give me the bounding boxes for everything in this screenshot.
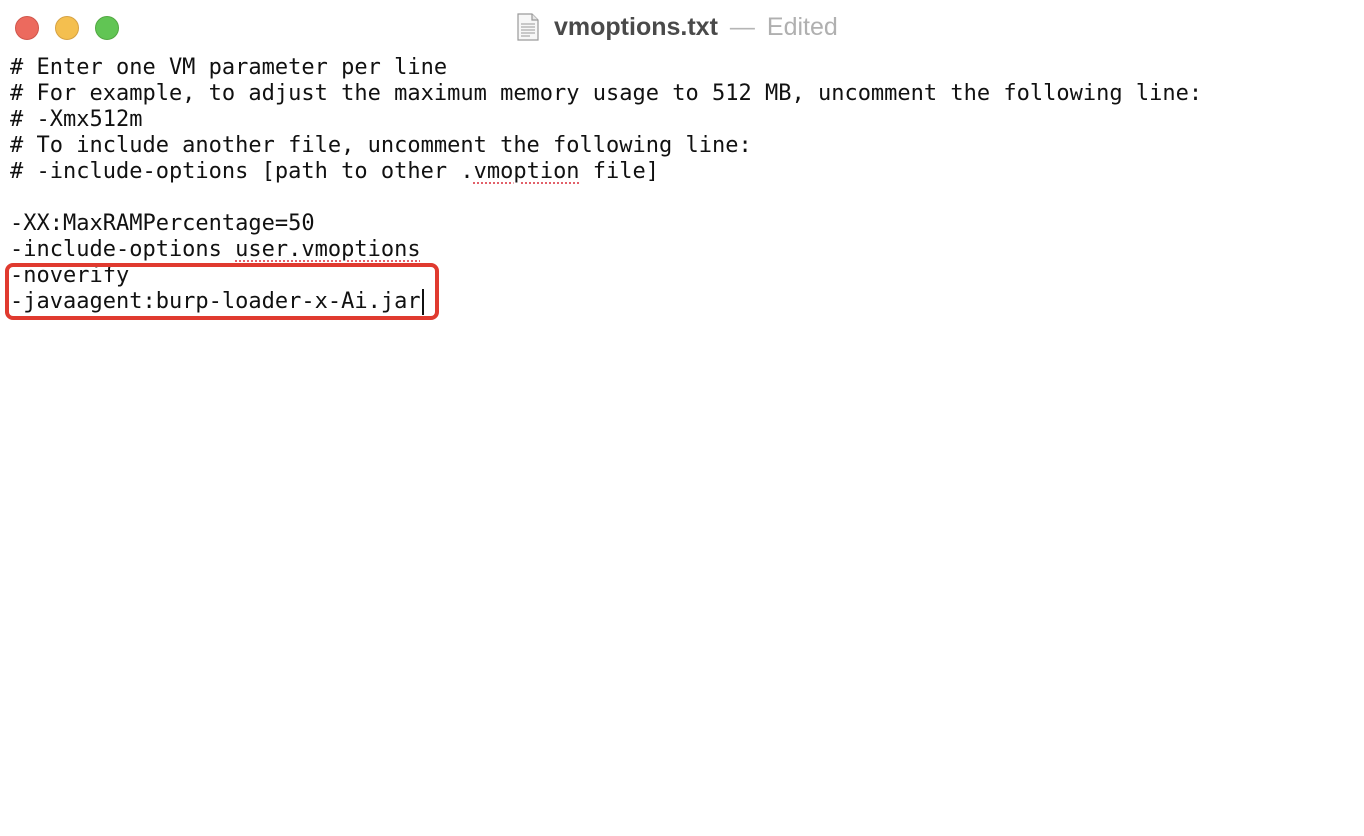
text-line-5-start: # -include-options [path to other .	[10, 159, 474, 184]
text-document-icon[interactable]	[516, 13, 540, 41]
text-line-10-content: -javaagent:burp-loader-x-Ai.jar	[10, 289, 421, 314]
close-button[interactable]	[15, 16, 39, 40]
edited-status: Edited	[766, 12, 838, 41]
zoom-button[interactable]	[95, 16, 119, 40]
text-line-8[interactable]: -include-options user.vmoptions	[10, 237, 1350, 263]
text-line-3[interactable]: # -Xmx512m	[10, 107, 1350, 133]
misspelled-word[interactable]: vmoption	[474, 159, 580, 184]
text-line-2[interactable]: # For example, to adjust the maximum mem…	[10, 81, 1350, 107]
text-editor-area[interactable]: # Enter one VM parameter per line # For …	[10, 55, 1350, 315]
text-line-4[interactable]: # To include another file, uncomment the…	[10, 133, 1350, 159]
text-line-10[interactable]: -javaagent:burp-loader-x-Ai.jar	[10, 289, 1350, 315]
title-bar[interactable]: vmoptions.txt — Edited	[0, 0, 1364, 54]
text-line-5[interactable]: # -include-options [path to other .vmopt…	[10, 159, 1350, 185]
text-editor-window: vmoptions.txt — Edited # Enter one VM pa…	[0, 0, 1364, 836]
text-line-1[interactable]: # Enter one VM parameter per line	[10, 55, 1350, 81]
window-title: vmoptions.txt — Edited	[516, 12, 838, 42]
text-line-8-start: -include-options	[10, 237, 236, 262]
text-line-7[interactable]: -XX:MaxRAMPercentage=50	[10, 211, 1350, 237]
minimize-button[interactable]	[55, 16, 79, 40]
text-line-9[interactable]: -noverify	[10, 263, 1350, 289]
title-separator: —	[729, 12, 755, 41]
empty-line[interactable]	[10, 185, 1350, 211]
misspelled-word[interactable]: user.vmoptions	[235, 237, 420, 262]
document-name: vmoptions.txt	[554, 12, 718, 41]
text-line-5-end: file]	[579, 159, 660, 184]
text-cursor	[421, 289, 424, 315]
